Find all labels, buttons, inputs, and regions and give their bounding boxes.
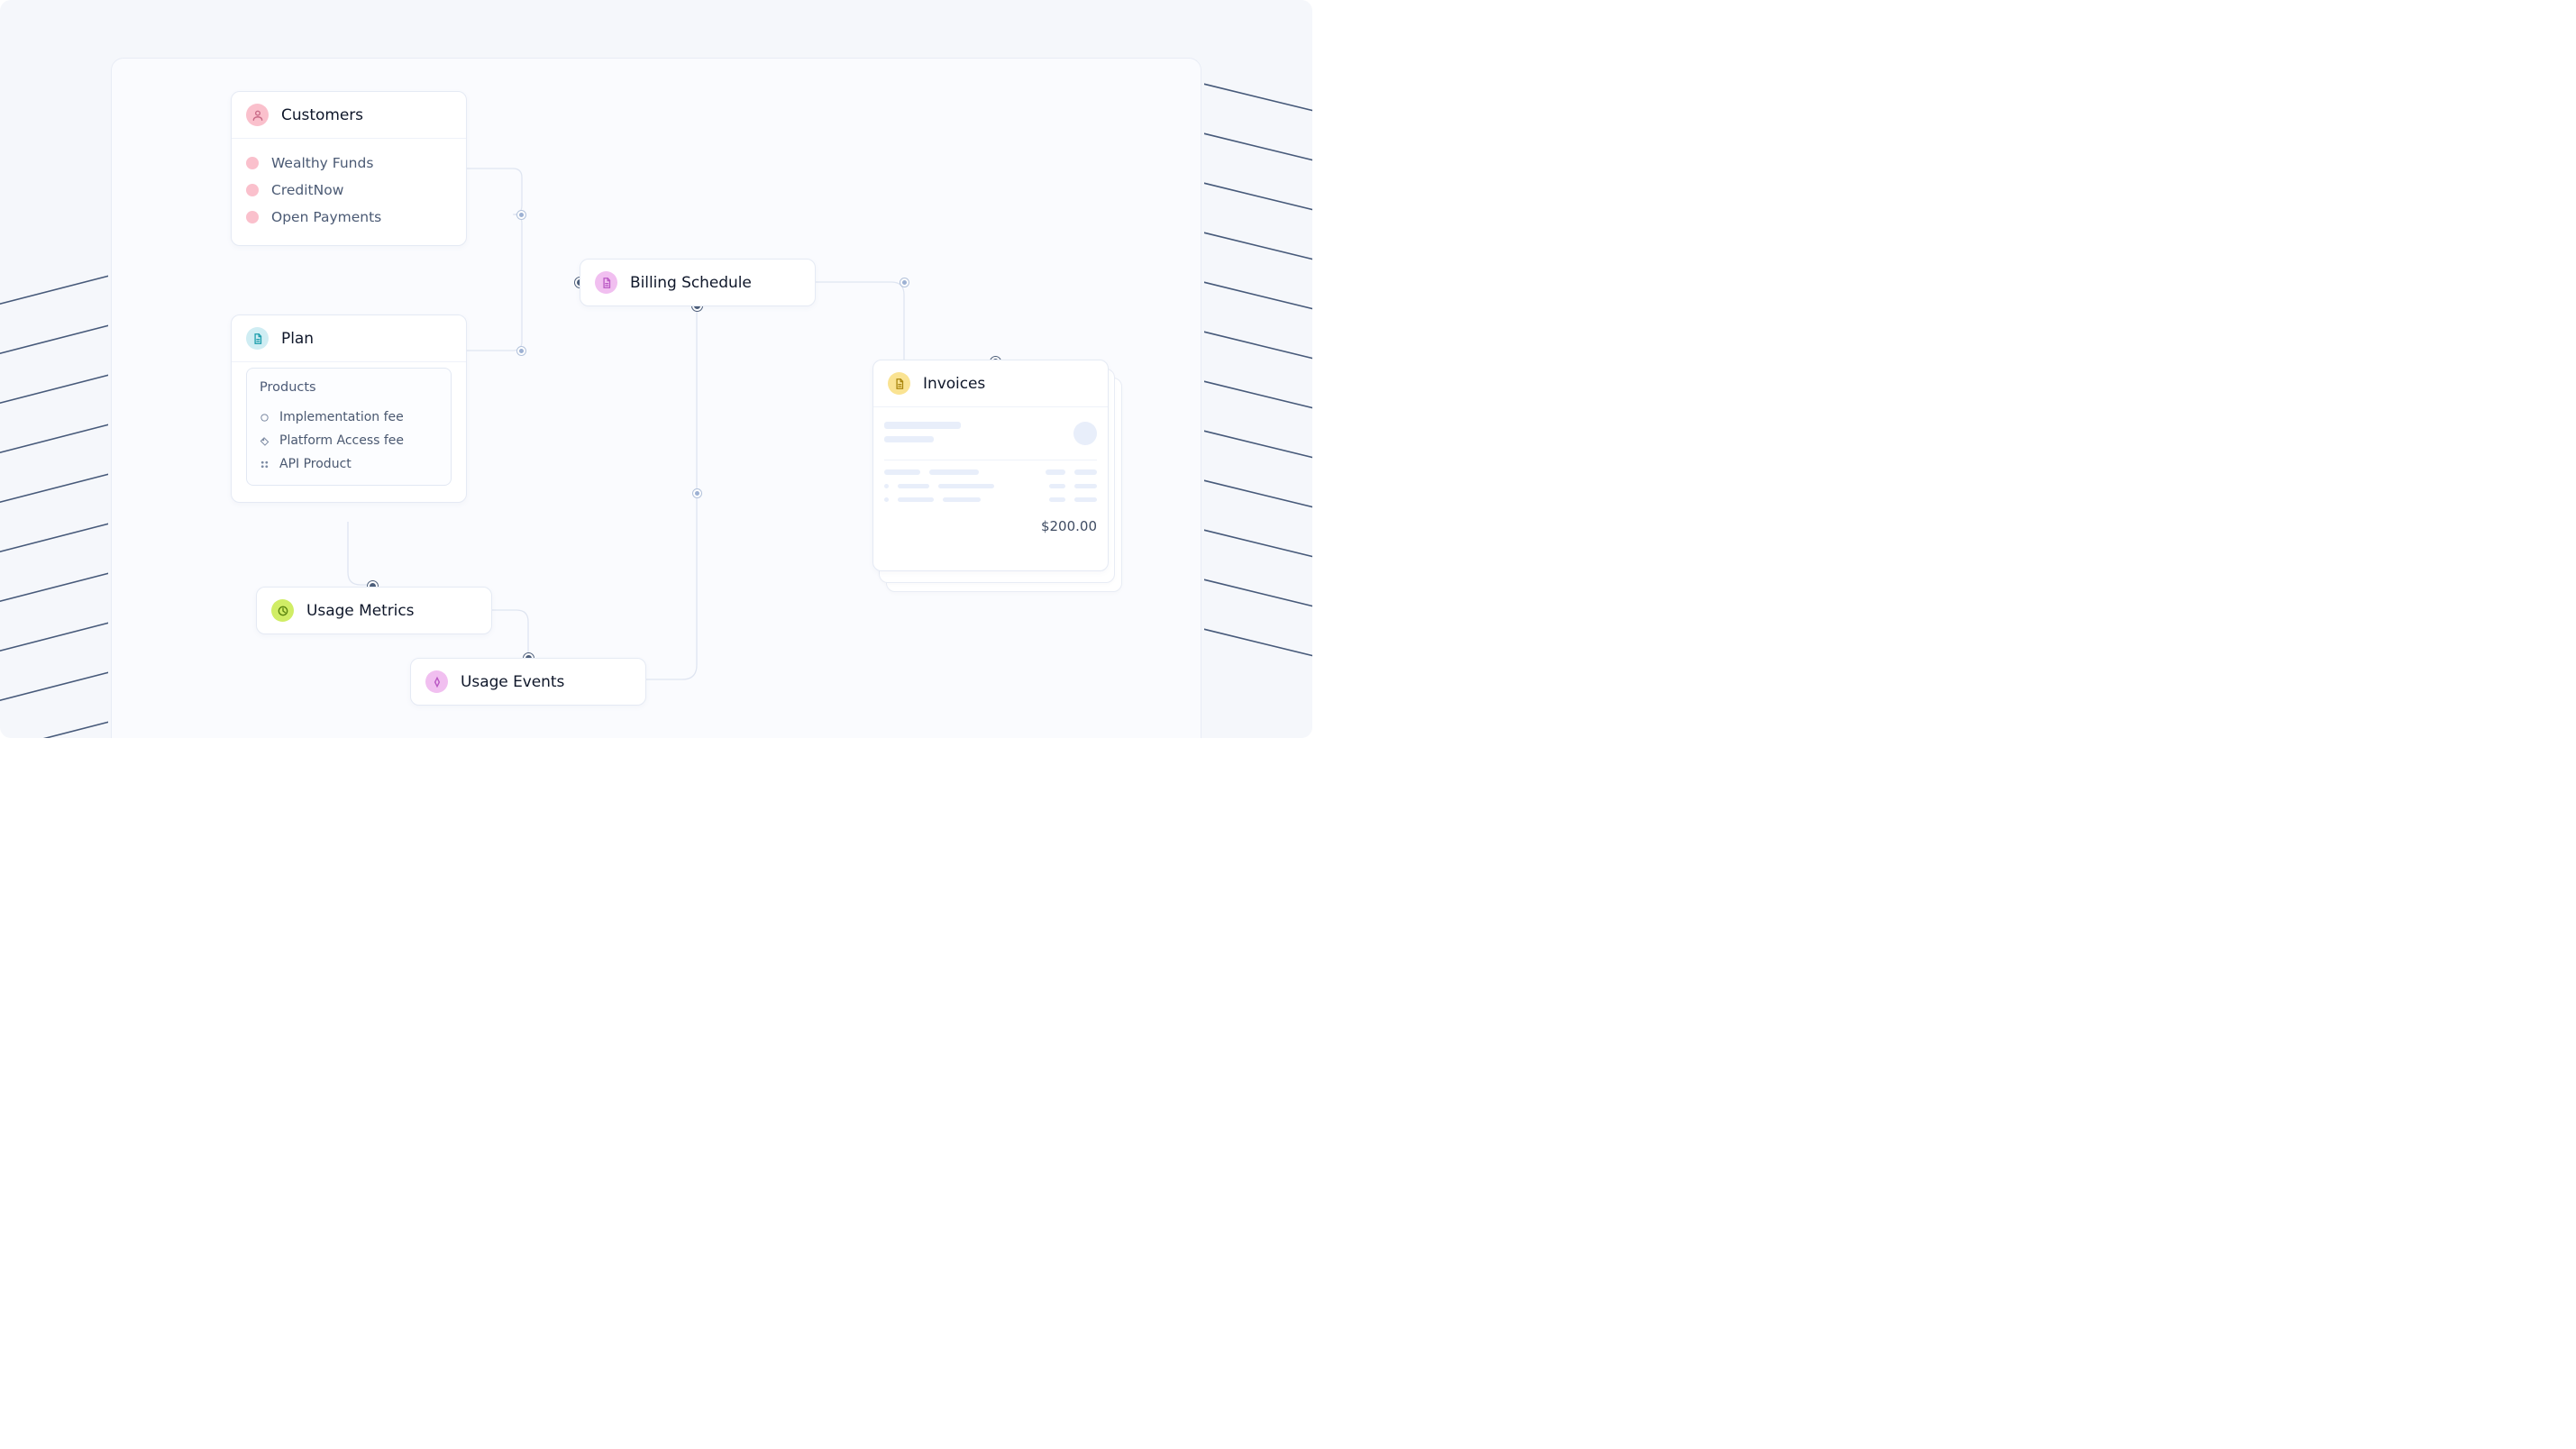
customer-row: CreditNow bbox=[246, 177, 452, 204]
customers-card: Customers Wealthy Funds CreditNow Open P… bbox=[231, 91, 467, 246]
diagram-frame: Customers Wealthy Funds CreditNow Open P… bbox=[0, 0, 1312, 738]
products-label: Products bbox=[260, 380, 438, 395]
connector-dot bbox=[900, 278, 909, 287]
billing-title: Billing Schedule bbox=[630, 274, 752, 292]
dot-icon bbox=[246, 184, 259, 196]
customer-row: Wealthy Funds bbox=[246, 150, 452, 177]
invoices-title: Invoices bbox=[923, 375, 985, 393]
invoice-doc-icon bbox=[888, 372, 910, 395]
billing-schedule-card: Billing Schedule bbox=[580, 259, 816, 306]
grid-icon bbox=[260, 460, 269, 469]
connector-dot bbox=[516, 346, 526, 356]
circle-icon bbox=[260, 413, 269, 423]
user-icon bbox=[246, 104, 269, 126]
billing-doc-icon bbox=[595, 271, 617, 294]
usage-events-title: Usage Events bbox=[461, 673, 564, 691]
tag-icon bbox=[260, 436, 269, 446]
connector-dot bbox=[692, 488, 702, 498]
product-row: Implementation fee bbox=[260, 406, 438, 429]
product-row: Platform Access fee bbox=[260, 429, 438, 452]
customer-row: Open Payments bbox=[246, 204, 452, 231]
plan-title: Plan bbox=[281, 330, 314, 348]
connector-dot bbox=[516, 210, 526, 220]
usage-metrics-title: Usage Metrics bbox=[306, 602, 414, 620]
invoices-card: Invoices $200.00 bbox=[872, 360, 1109, 571]
invoice-skeleton: $200.00 bbox=[884, 411, 1097, 534]
metrics-icon bbox=[271, 599, 294, 622]
inner-panel: Customers Wealthy Funds CreditNow Open P… bbox=[111, 58, 1201, 738]
invoice-total: $200.00 bbox=[884, 518, 1097, 534]
products-panel: Products Implementation fee Platform Acc… bbox=[246, 368, 452, 486]
usage-metrics-card: Usage Metrics bbox=[256, 587, 492, 634]
usage-events-card: Usage Events bbox=[410, 658, 646, 706]
plan-doc-icon bbox=[246, 327, 269, 350]
product-row: API Product bbox=[260, 452, 438, 476]
events-icon bbox=[425, 670, 448, 693]
plan-card: Plan Products Implementation fee Platfor… bbox=[231, 314, 467, 503]
customers-title: Customers bbox=[281, 106, 363, 124]
dot-icon bbox=[246, 157, 259, 169]
dot-icon bbox=[246, 211, 259, 223]
